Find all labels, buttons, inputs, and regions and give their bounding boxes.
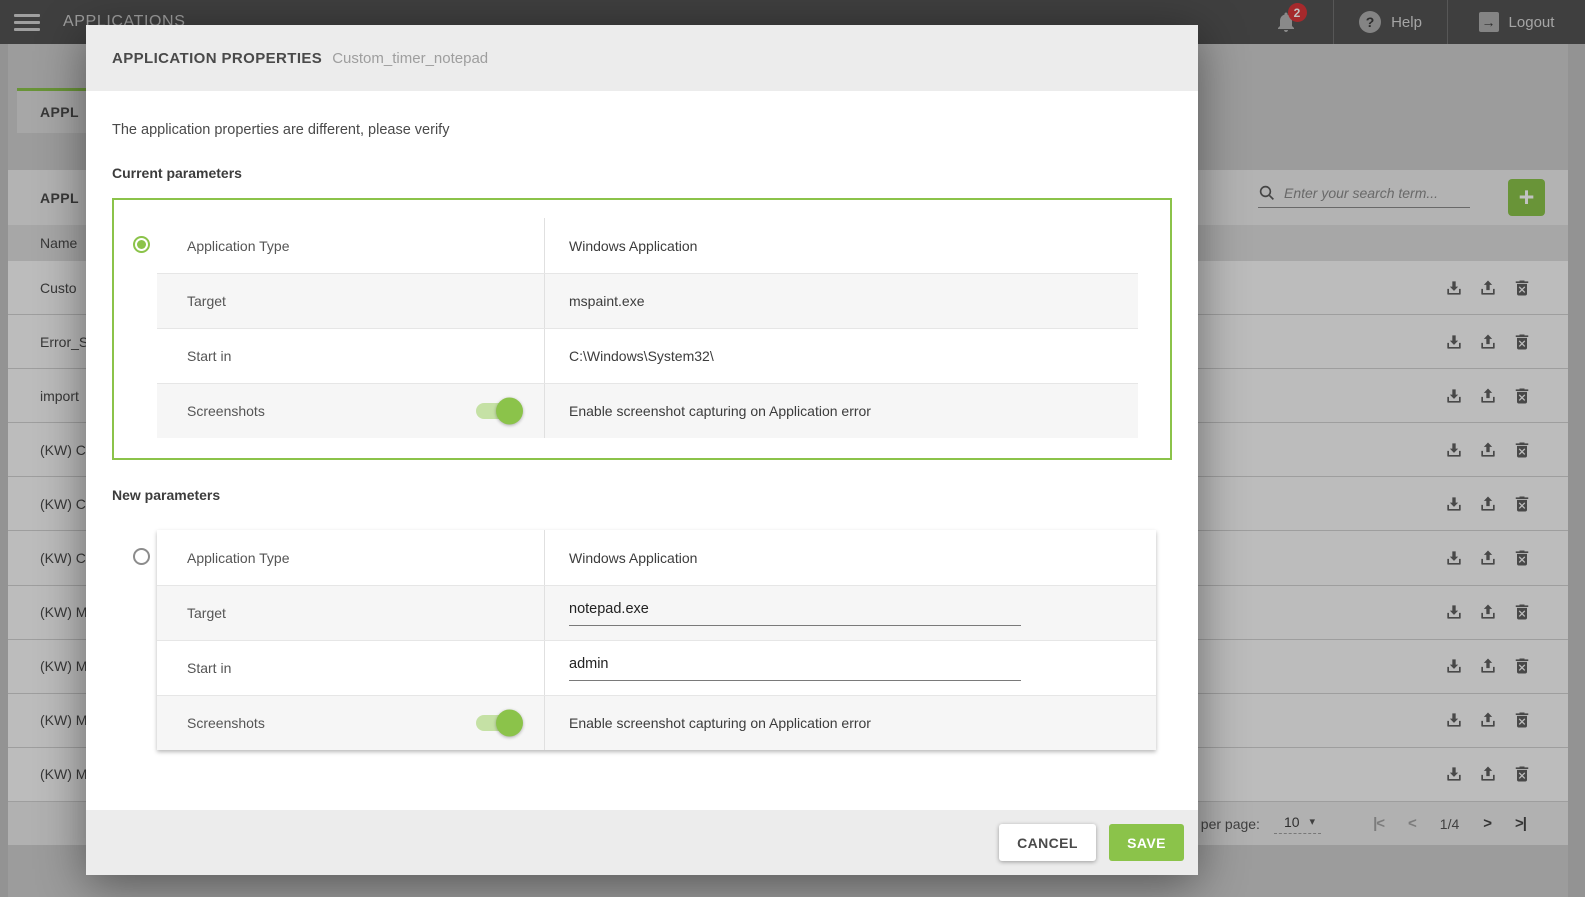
current-parameters-heading: Current parameters (112, 165, 1172, 181)
param-label: Screenshots (187, 715, 265, 731)
new-parameters-heading: New parameters (112, 487, 1172, 503)
param-label: Start in (187, 348, 231, 364)
cancel-button[interactable]: CANCEL (999, 824, 1096, 861)
target-input[interactable] (569, 601, 1021, 626)
save-button[interactable]: SAVE (1109, 824, 1184, 861)
dialog-body: The application properties are different… (86, 91, 1198, 810)
current-parameters-group: Application Type Windows Application Tar… (112, 198, 1172, 460)
param-label: Target (187, 293, 226, 309)
dialog-header: APPLICATION PROPERTIES Custom_timer_note… (86, 25, 1198, 91)
param-value: mspaint.exe (569, 293, 644, 309)
new-params-radio[interactable] (133, 548, 150, 565)
new-parameters-group: Application Type Windows Application Tar… (112, 520, 1172, 750)
param-row: Application Type Windows Application (157, 530, 1156, 585)
param-label: Target (187, 605, 226, 621)
param-row: Start in (157, 640, 1156, 695)
param-row: Start in C:\Windows\System32\ (157, 328, 1138, 383)
param-row: Application Type Windows Application (157, 218, 1138, 273)
dialog-footer: CANCEL SAVE (86, 810, 1198, 875)
current-params-table: Application Type Windows Application Tar… (157, 218, 1138, 438)
dialog-title: APPLICATION PROPERTIES (112, 50, 322, 67)
param-row: Target (157, 585, 1156, 640)
screenshots-toggle[interactable] (476, 403, 518, 419)
new-params-table: Application Type Windows Application Tar… (157, 530, 1156, 750)
screenshots-toggle[interactable] (476, 715, 518, 731)
start-in-input[interactable] (569, 656, 1021, 681)
param-value: C:\Windows\System32\ (569, 348, 714, 364)
param-row: Screenshots Enable screenshot capturing … (157, 695, 1156, 750)
param-label: Start in (187, 660, 231, 676)
param-value: Windows Application (569, 550, 697, 566)
application-properties-dialog: APPLICATION PROPERTIES Custom_timer_note… (86, 25, 1198, 875)
dialog-subtitle: Custom_timer_notepad (332, 50, 488, 67)
param-value: Windows Application (569, 238, 697, 254)
param-value: Enable screenshot capturing on Applicati… (569, 403, 871, 419)
toggle-knob (496, 398, 523, 425)
param-row: Screenshots Enable screenshot capturing … (157, 383, 1138, 438)
toggle-knob (496, 710, 523, 737)
param-row: Target mspaint.exe (157, 273, 1138, 328)
param-label: Application Type (187, 550, 289, 566)
current-params-radio[interactable] (133, 236, 150, 253)
verify-message: The application properties are different… (112, 122, 1172, 138)
param-label: Screenshots (187, 403, 265, 419)
param-label: Application Type (187, 238, 289, 254)
param-value: Enable screenshot capturing on Applicati… (569, 715, 871, 731)
